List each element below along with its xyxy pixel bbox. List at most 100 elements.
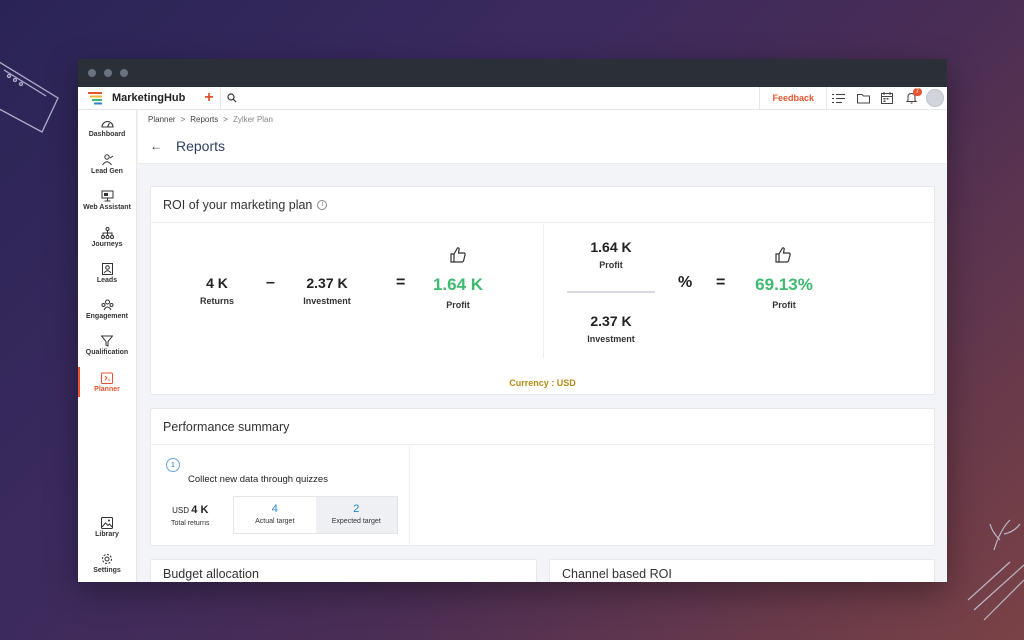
actual-target: 4 Actual target <box>234 497 316 533</box>
sidebar-item-library[interactable]: Library <box>78 509 136 545</box>
expected-target-label: Expected target <box>331 518 381 525</box>
total-returns-value: 4 K <box>191 504 209 516</box>
topbar-actions: Feedback 7 <box>759 87 947 109</box>
brand[interactable]: MarketingHub <box>78 91 198 105</box>
lead-gen-icon <box>101 154 113 166</box>
engagement-icon <box>101 299 113 311</box>
window-close-dot[interactable] <box>88 69 96 77</box>
sidebar-item-label: Web Assistant <box>83 204 131 212</box>
channel-roi-title: Channel based ROI <box>562 567 672 581</box>
sidebar-item-qualification[interactable]: Qualification <box>78 328 136 364</box>
ratio-profit-label: Profit <box>599 260 623 270</box>
main-content: Planner > Reports > Zylker Plan ← Report… <box>138 110 947 582</box>
equals-operator: = <box>716 274 726 291</box>
goal-number-badge: 1 <box>166 458 180 472</box>
expected-target-value: 2 <box>353 503 360 515</box>
list-icon <box>832 93 845 103</box>
roi-card-header: ROI of your marketing plan i <box>151 187 934 223</box>
app-name: MarketingHub <box>112 92 186 104</box>
sidebar-item-web-assistant[interactable]: Web Assistant <box>78 183 136 219</box>
budget-allocation-title: Budget allocation <box>163 567 259 581</box>
performance-summary-title: Performance summary <box>163 419 290 434</box>
expected-target: 2 Expected target <box>315 497 397 533</box>
profit-value: 1.64 K <box>432 275 484 294</box>
budget-allocation-card: Budget allocation <box>150 559 537 582</box>
equals-operator: = <box>396 274 406 291</box>
minus-operator: – <box>266 274 275 291</box>
roi-percent-label: Profit <box>772 300 796 310</box>
card-doodle-decoration <box>0 61 59 133</box>
total-returns-amount: USD 4 K <box>171 504 210 516</box>
sidebar-item-leads[interactable]: Leads <box>78 255 136 291</box>
gear-icon <box>102 554 112 565</box>
breadcrumb-separator: > <box>223 114 228 124</box>
breadcrumb-reports[interactable]: Reports <box>190 115 218 124</box>
sidebar-item-journeys[interactable]: Journeys <box>78 219 136 255</box>
investment-label: Investment <box>303 296 351 306</box>
search-icon <box>226 93 236 103</box>
search-button[interactable] <box>220 87 242 109</box>
returns-value: 4 K <box>206 275 228 291</box>
library-icon <box>101 517 113 530</box>
breadcrumb-planner[interactable]: Planner <box>148 115 176 124</box>
roi-card: ROI of your marketing plan i 4 K Returns… <box>150 186 935 395</box>
currency-label: Currency : USD <box>509 378 576 388</box>
sidebar-item-label: Library <box>95 531 119 539</box>
actual-target-value: 4 <box>271 503 278 515</box>
actual-target-label: Actual target <box>255 518 295 525</box>
sidebar-item-engagement[interactable]: Engagement <box>78 291 136 327</box>
notification-count-badge: 7 <box>912 88 922 96</box>
sidebar-item-settings[interactable]: Settings <box>78 546 136 582</box>
list-button[interactable] <box>827 87 851 109</box>
sidebar-item-label: Qualification <box>85 349 129 357</box>
user-avatar[interactable] <box>926 89 944 107</box>
folder-button[interactable] <box>851 87 875 109</box>
goal-title: Collect new data through quizzes <box>188 474 328 485</box>
sidebar-item-label: Settings <box>93 567 121 575</box>
calendar-button[interactable] <box>875 87 899 109</box>
breadcrumb-current: Zylker Plan <box>232 114 273 124</box>
percent-operator: % <box>678 274 693 291</box>
sidebar-item-dashboard[interactable]: Dashboard <box>78 110 136 146</box>
dashboard-icon <box>100 121 114 128</box>
returns-metric: 4 K Returns <box>197 275 237 306</box>
web-assistant-icon <box>101 190 113 202</box>
total-returns-label: Total returns <box>171 520 210 527</box>
page-header: ← Reports <box>138 128 947 164</box>
goal-summary: 1 Collect new data through quizzes USD 4… <box>151 446 410 546</box>
window-maximize-dot[interactable] <box>120 69 128 77</box>
journeys-icon <box>100 226 114 239</box>
investment-value: 2.37 K <box>306 275 348 291</box>
top-navigation-bar: MarketingHub + Feedback 7 <box>78 87 947 110</box>
feedback-link[interactable]: Feedback <box>759 87 827 109</box>
page-title: Reports <box>176 137 226 154</box>
breadcrumb-separator: > <box>180 114 186 124</box>
window-titlebar <box>78 59 947 87</box>
fraction-line <box>567 291 655 293</box>
back-arrow-icon[interactable]: ← <box>150 139 162 153</box>
thumbs-up-icon <box>775 247 791 263</box>
notifications-button[interactable]: 7 <box>899 87 923 109</box>
profit-label: Profit <box>446 300 470 310</box>
plant-doodle-decoration <box>967 519 1024 621</box>
breadcrumb: Planner > Reports > Zylker Plan <box>138 110 947 128</box>
ratio-investment-value: 2.37 K <box>590 313 632 329</box>
sidebar-item-label: Journeys <box>91 240 123 248</box>
sidebar-item-label: Lead Gen <box>91 167 123 175</box>
info-icon[interactable]: i <box>317 199 328 210</box>
sidebar-item-label: Engagement <box>85 313 128 321</box>
sidebar-item-planner[interactable]: Planner <box>78 364 136 400</box>
sidebar-item-label: Leads <box>96 276 118 284</box>
sidebar-item-lead-gen[interactable]: Lead Gen <box>78 146 136 182</box>
ratio-investment-label: Investment <box>587 334 635 344</box>
returns-label: Returns <box>199 296 234 306</box>
investment-metric: 2.37 K Investment <box>297 275 357 306</box>
window-minimize-dot[interactable] <box>104 69 112 77</box>
sidebar-item-label: Dashboard <box>88 131 126 139</box>
performance-summary-header: Performance summary <box>151 409 934 445</box>
app-window: MarketingHub + Feedback 7 Dashboard Lead… <box>78 59 947 582</box>
marketinghub-logo-icon <box>88 92 102 105</box>
target-comparison: 4 Actual target 2 Expected target <box>233 496 398 534</box>
roi-profit-equation: 4 K Returns – 2.37 K Investment = 1.64 K… <box>151 224 543 358</box>
add-button[interactable]: + <box>198 87 220 109</box>
